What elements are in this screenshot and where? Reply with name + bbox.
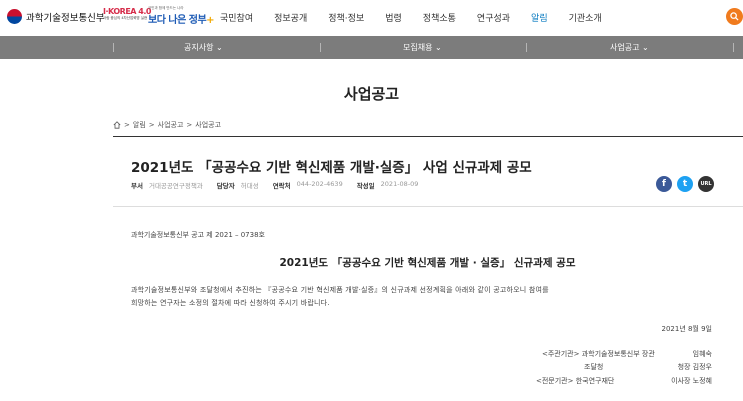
manager-label: 담당자 (216, 182, 235, 190)
post-title: 2021년도 「공공수요 기반 혁신제품 개발·실증」 사업 신규과제 공모 (131, 160, 532, 176)
breadcrumb: > 알림 > 사업공고 > 사업공고 (113, 120, 224, 130)
page-title: 사업공고 (343, 85, 400, 103)
url-icon: URL (700, 181, 712, 187)
facebook-icon: f (662, 179, 666, 189)
ikorea-banner[interactable]: I·KOREA 4.0 사람 중심의 4차산업혁명 실현 (103, 7, 151, 27)
home-icon[interactable] (113, 121, 121, 129)
notice-number: 과학기술정보통신부 공고 제 2021 – 0738호 (131, 231, 265, 239)
date-value: 2021-08-09 (380, 180, 419, 188)
sub-navigation: 공지사항 ⌄ 모집채용 ⌄ 사업공고 ⌄ (0, 36, 743, 59)
signature-org: 조달청 (584, 363, 604, 371)
phone-value: 044-202-4639 (296, 180, 343, 188)
date-label: 작성일 (356, 182, 375, 190)
breadcrumb-item[interactable]: 사업공고 (158, 120, 184, 130)
gnb-communication[interactable]: 정책소통 (423, 11, 456, 24)
breadcrumb-item[interactable]: 사업공고 (195, 120, 221, 130)
notice-title: 2021년도 「공공수요 기반 혁신제품 개발 · 실증」 신규과제 공모 (279, 257, 576, 269)
search-button[interactable] (726, 8, 743, 25)
post-meta: 부서 거대공공연구정책과 담당자 허대성 연락처 044-202-4639 작성… (131, 180, 432, 190)
dept-value: 거대공공연구정책과 (148, 182, 203, 190)
ikorea-subtitle: 사람 중심의 4차산업혁명 실현 (103, 16, 148, 20)
signature-name: 임혜숙 (692, 350, 712, 358)
facebook-share-button[interactable]: f (656, 176, 672, 192)
twitter-icon: t (682, 179, 688, 189)
signature-org: <전문기관> 한국연구재단 (536, 377, 615, 385)
subnav-notices[interactable]: 공지사항 ⌄ (184, 42, 223, 53)
subnav-divider (733, 43, 734, 52)
breadcrumb-item[interactable]: 알림 (133, 120, 146, 130)
subnav-divider (320, 43, 321, 52)
gnb-law[interactable]: 법령 (385, 11, 402, 24)
subnav-recruitment[interactable]: 모집채용 ⌄ (403, 42, 442, 53)
signature-name: 이사장 노정혜 (671, 377, 712, 385)
gnb-about[interactable]: 기관소개 (569, 11, 602, 24)
ministry-logo[interactable]: 과학기술정보통신부 (7, 9, 105, 24)
ministry-name: 과학기술정보통신부 (26, 12, 105, 24)
subnav-divider (113, 43, 114, 52)
subnav-divider (526, 43, 527, 52)
signature-org: <주관기관> 과학기술정보통신부 장관 (542, 350, 655, 358)
gnb-policy[interactable]: 정책·정보 (328, 11, 364, 24)
taegeuk-emblem-icon (7, 9, 22, 24)
main-navigation: 국민참여 정보공개 정책·정보 법령 정책소통 연구성과 알림 기관소개 (220, 11, 623, 24)
gnb-disclosure[interactable]: 정보공개 (274, 11, 307, 24)
phone-label: 연락처 (272, 182, 291, 190)
gov-title: 보다 나은 정부+ (148, 15, 215, 26)
gnb-participation[interactable]: 국민참여 (220, 11, 253, 24)
signature-name: 청장 김정우 (677, 363, 712, 371)
twitter-share-button[interactable]: t (677, 176, 693, 192)
divider (113, 136, 743, 137)
subnav-business[interactable]: 사업공고 ⌄ (610, 42, 649, 53)
gnb-notice[interactable]: 알림 (531, 11, 548, 24)
notice-date: 2021년 8월 9일 (661, 325, 713, 333)
better-government-banner[interactable]: 국민과 함께 만드는 나라 보다 나은 정부+ (148, 6, 215, 30)
manager-value: 허대성 (240, 182, 259, 190)
site-header: 과학기술정보통신부 I·KOREA 4.0 사람 중심의 4차산업혁명 실현 국… (0, 0, 743, 36)
search-icon (730, 12, 739, 21)
divider (113, 206, 743, 207)
notice-paragraph: 희망하는 연구자는 소정의 절차에 따라 신청하여 주시기 바랍니다. (131, 299, 330, 307)
notice-paragraph: 과학기술정보통신부와 조달청에서 추진하는 『공공수요 기반 혁신제품 개발·실… (131, 286, 549, 294)
url-copy-button[interactable]: URL (698, 176, 714, 192)
dept-label: 부서 (131, 182, 143, 190)
gnb-research[interactable]: 연구성과 (477, 11, 510, 24)
ikorea-title: I·KOREA 4.0 (103, 7, 151, 16)
